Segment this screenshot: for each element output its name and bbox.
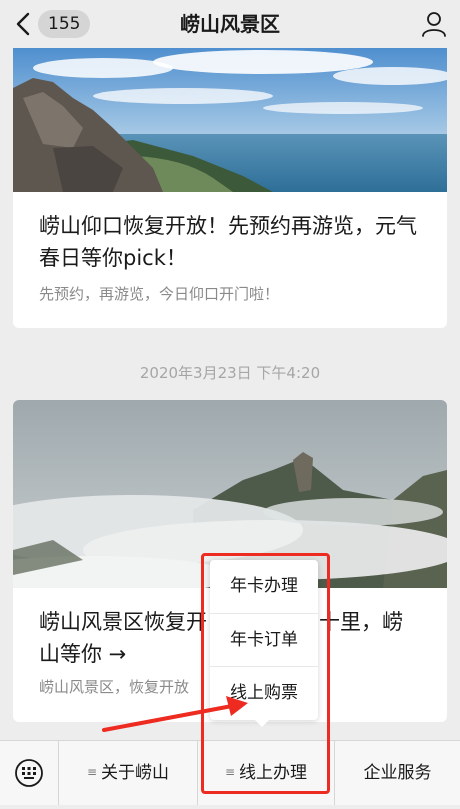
back-unread-count[interactable]: 155	[38, 10, 91, 38]
message-timestamp: 2020年3月23日 下午4:20	[139, 364, 321, 382]
article-subtitle: 先预约，再游览，今日仰口开门啦！	[39, 285, 280, 303]
top-nav-bar: 155 崂山风景区	[0, 0, 460, 48]
keyboard-toggle-button[interactable]	[0, 741, 59, 805]
coastal-mountain-image	[13, 48, 447, 192]
page-title: 崂山风景区	[180, 12, 280, 36]
highlight-annotation-box	[201, 553, 330, 794]
article-card[interactable]: 崂山仰口恢复开放！先预约再游览，元气春日等你pick！ 先预约，再游览，今日仰口…	[13, 48, 447, 328]
submenu-indicator-icon: ≡	[86, 765, 98, 779]
article-title[interactable]: 崂山仰口恢复开放！先预约再游览，元气春日等你pick！	[39, 210, 425, 274]
chevron-left-icon[interactable]	[12, 10, 36, 38]
menu-about-laoshan[interactable]: ≡ 关于崂山	[59, 741, 198, 805]
article-subtitle: 崂山风景区，恢复开放	[39, 678, 190, 696]
person-icon[interactable]	[420, 10, 448, 38]
menu-enterprise-services[interactable]: 企业服务	[335, 741, 460, 805]
keyboard-icon	[15, 759, 43, 787]
